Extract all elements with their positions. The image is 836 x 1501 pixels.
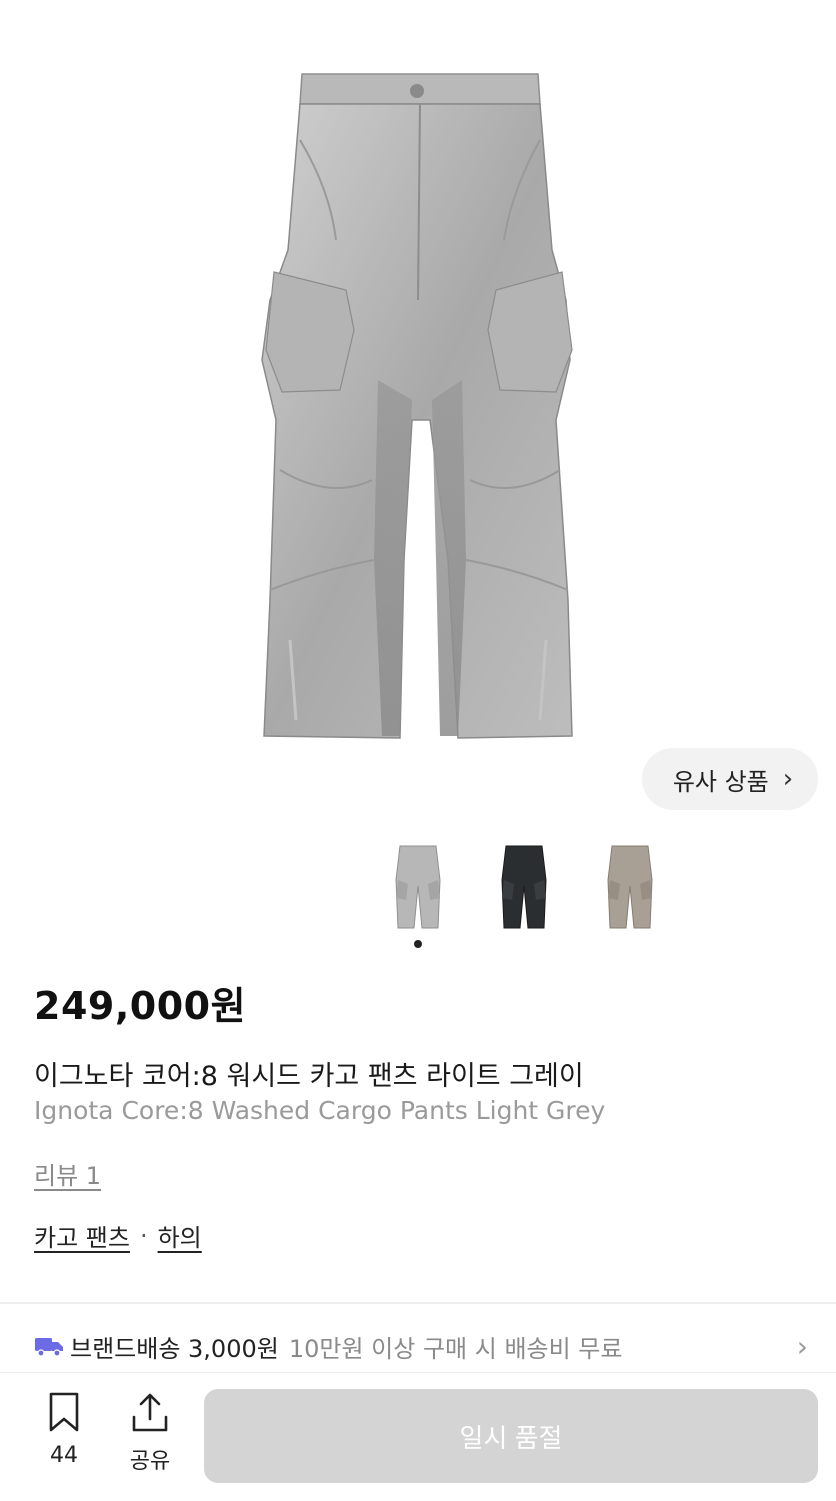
- shipping-info-row[interactable]: 브랜드배송 3,000원 10만원 이상 구매 시 배송비 무료 ›: [34, 1322, 814, 1370]
- thumbnail-light-grey[interactable]: [388, 840, 448, 932]
- cargo-pants-illustration: [261, 73, 573, 739]
- category-link-bottoms[interactable]: 하의: [158, 1218, 202, 1253]
- truck-icon: [35, 1338, 63, 1357]
- product-name-korean: 이그노타 코어:8 워시드 카고 팬츠 라이트 그레이: [34, 1061, 584, 1092]
- thumbnail-beige[interactable]: [600, 840, 660, 932]
- shipping-free-note: 10만원 이상 구매 시 배송비 무료: [288, 1334, 623, 1363]
- chevron-right-icon: ›: [796, 1330, 808, 1363]
- similar-products-button[interactable]: 유사 상품 ›: [642, 748, 818, 810]
- category-separator: ·: [139, 1221, 148, 1250]
- color-thumbnails: [0, 836, 836, 936]
- review-link[interactable]: 리뷰 1: [34, 1156, 101, 1191]
- bookmark-icon: [49, 1392, 79, 1432]
- chevron-right-icon: ›: [782, 764, 794, 794]
- product-name-english: Ignota Core:8 Washed Cargo Pants Light G…: [34, 1096, 606, 1125]
- similar-products-label: 유사 상품: [672, 767, 769, 796]
- share-button[interactable]: 공유: [122, 1391, 178, 1479]
- product-hero-image: 유사 상품 ›: [0, 0, 836, 830]
- category-link-cargo-pants[interactable]: 카고 팬츠: [34, 1218, 130, 1253]
- thumbnail-black[interactable]: [494, 840, 554, 932]
- sold-out-button[interactable]: 일시 품절: [204, 1389, 818, 1483]
- bottom-action-bar: 44 공유 일시 품절: [0, 1372, 836, 1501]
- product-price: 249,000원: [34, 984, 247, 1028]
- carousel-active-dot: [414, 940, 422, 948]
- share-icon: [132, 1393, 168, 1432]
- category-breadcrumb: 카고 팬츠 · 하의: [34, 1218, 202, 1253]
- share-label: 공유: [129, 1449, 171, 1474]
- bookmark-count: 44: [50, 1443, 78, 1468]
- section-divider: [0, 1302, 836, 1304]
- bookmark-button[interactable]: 44: [38, 1391, 90, 1479]
- shipping-label: 브랜드배송 3,000원: [70, 1334, 279, 1363]
